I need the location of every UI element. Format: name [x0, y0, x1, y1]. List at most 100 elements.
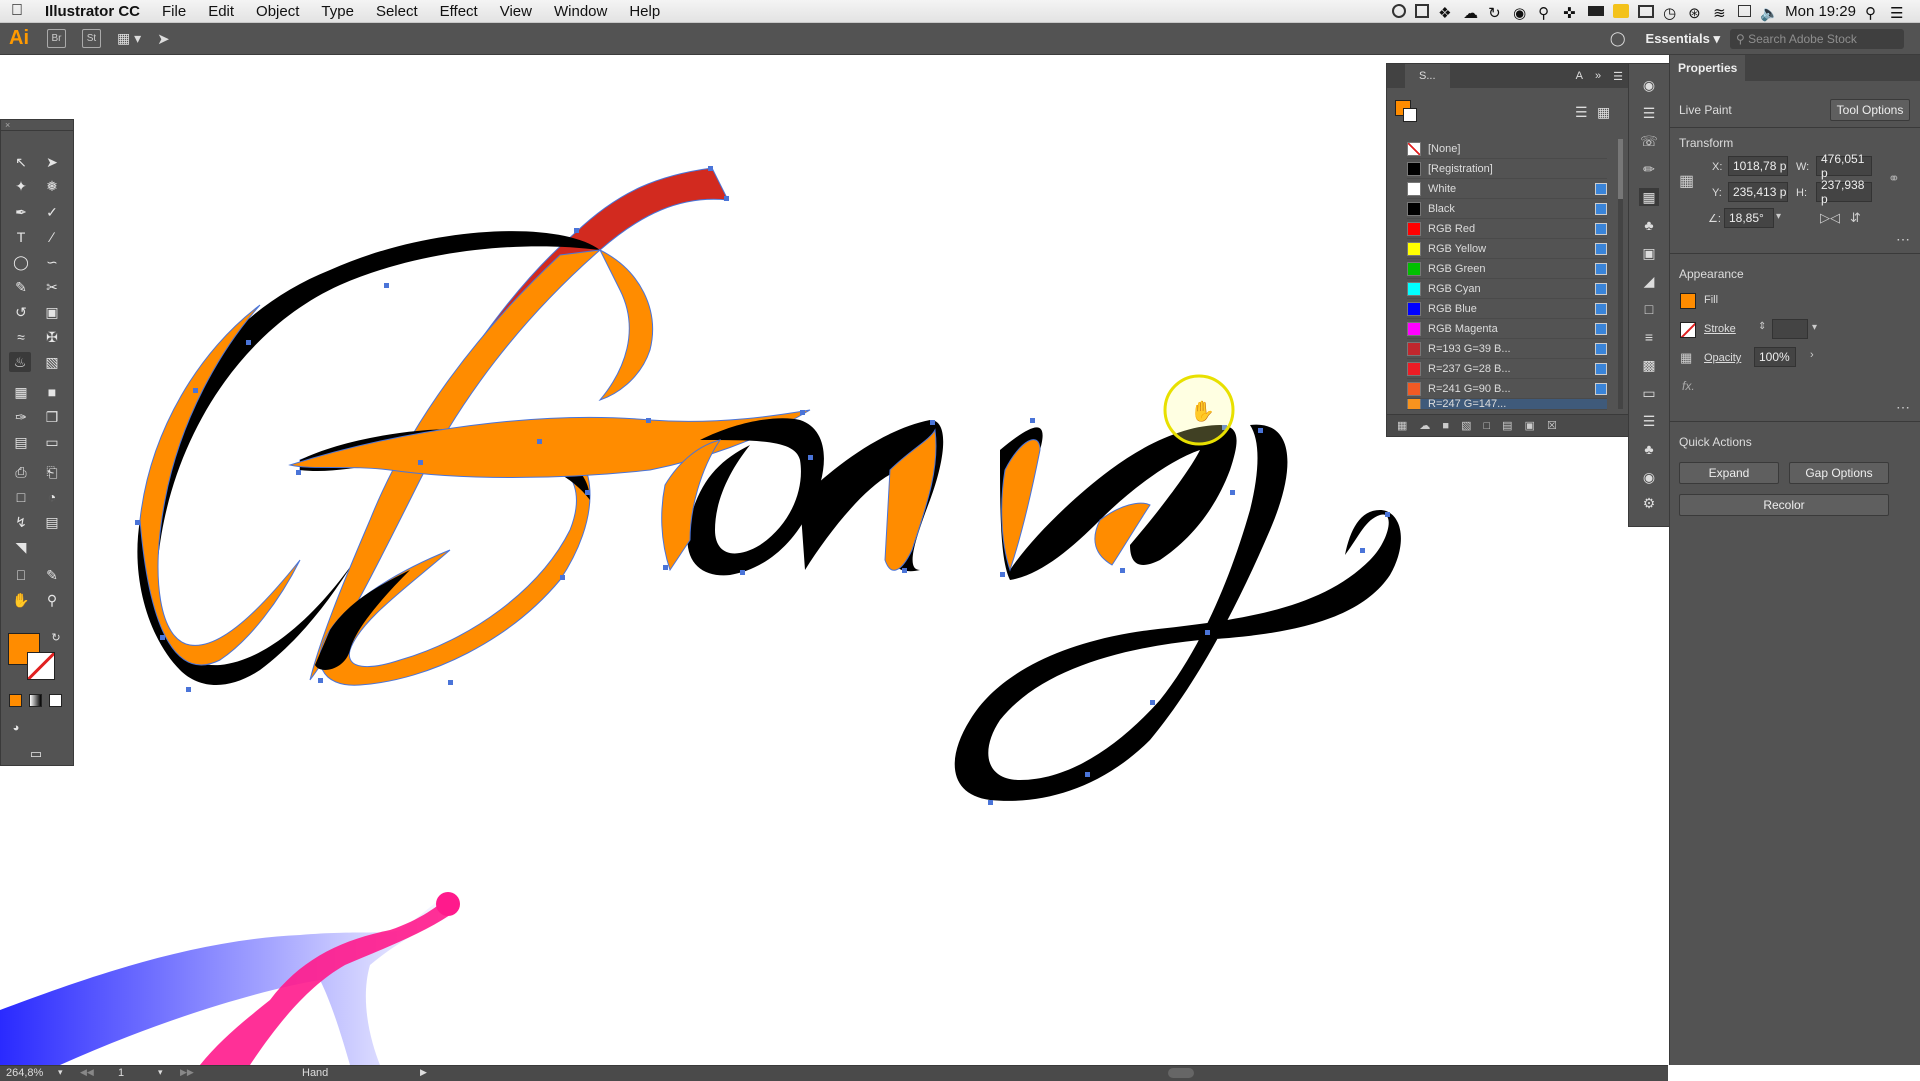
display-icon[interactable]: [1588, 6, 1605, 16]
menu-select[interactable]: Select: [365, 3, 429, 20]
stroke-color-swatch[interactable]: [1680, 322, 1696, 338]
slice-tool-icon[interactable]: ⎗: [41, 462, 63, 482]
horizontal-scrollbar[interactable]: [438, 1068, 1658, 1078]
selection-tool-icon[interactable]: ↖: [10, 152, 32, 172]
swatch-row[interactable]: RGB Cyan: [1407, 279, 1607, 299]
expand-button[interactable]: Expand: [1679, 462, 1779, 484]
magic-wand-tool-icon[interactable]: ✦: [10, 176, 32, 196]
fill-color-swatch[interactable]: [1680, 293, 1696, 309]
stroke-weight-field[interactable]: [1772, 319, 1808, 339]
navigator-icon[interactable]: ⚙: [1639, 494, 1659, 512]
curvature-tool-icon[interactable]: ✓: [41, 202, 63, 222]
stroke-weight-stepper[interactable]: ⇕: [1758, 321, 1766, 332]
clock[interactable]: Mon 19:29: [1785, 3, 1856, 20]
status-menu-icon[interactable]: ▶: [420, 1067, 427, 1078]
zoom-tool-icon[interactable]: ⚲: [41, 590, 63, 610]
fx-button[interactable]: fx.: [1682, 379, 1695, 393]
swatch-kind-icon[interactable]: ■: [1442, 420, 1449, 432]
reference-point-icon[interactable]: ▦: [1679, 171, 1697, 190]
tab-character[interactable]: A: [1570, 70, 1589, 82]
menu-help[interactable]: Help: [618, 3, 671, 20]
magnifier-menu-icon[interactable]: ⚲: [1538, 4, 1554, 22]
blend-tool-icon[interactable]: ❐: [41, 407, 63, 427]
lasso-tool-icon[interactable]: ❅: [41, 176, 63, 196]
lightbulb-icon[interactable]: ◯: [1610, 30, 1626, 47]
stroke-weight-dropdown-icon[interactable]: ▾: [1812, 322, 1817, 333]
menu-effect[interactable]: Effect: [429, 3, 489, 20]
printer-icon[interactable]: [1613, 4, 1630, 18]
height-field[interactable]: 237,938 p: [1816, 178, 1872, 206]
crop-tool-icon[interactable]: ⎕: [10, 565, 32, 585]
record-icon[interactable]: [1392, 4, 1407, 18]
stroke-label[interactable]: Stroke: [1704, 323, 1736, 335]
tool-options-button[interactable]: Tool Options: [1830, 99, 1910, 121]
dropbox-icon[interactable]: ❖: [1438, 4, 1454, 22]
swatch-row[interactable]: R=241 G=90 B...: [1407, 379, 1607, 399]
symbol-sprayer-tool-icon[interactable]: ▤: [10, 432, 32, 452]
mesh-tool-icon[interactable]: ▦: [10, 382, 32, 402]
swatch-row[interactable]: RGB Green: [1407, 259, 1607, 279]
notification-center-icon[interactable]: ☰: [1890, 4, 1906, 22]
app-menu[interactable]: Illustrator CC: [34, 3, 151, 20]
screen-mode-icon[interactable]: ▭: [25, 744, 47, 764]
new-group-icon[interactable]: ▤: [1502, 419, 1512, 432]
artboard-tool-icon[interactable]: ⎙: [10, 462, 32, 482]
brushes-icon[interactable]: ✏: [1639, 160, 1659, 178]
opacity-arrow-icon[interactable]: ›: [1810, 349, 1814, 361]
column-graph-tool-icon[interactable]: ▭: [41, 432, 63, 452]
input-source-icon[interactable]: [1738, 5, 1752, 17]
stroke-swatch[interactable]: [27, 652, 55, 680]
cc-library-icon[interactable]: ☁: [1419, 419, 1430, 432]
volume-icon[interactable]: 🔈: [1760, 4, 1779, 22]
width-tool-icon[interactable]: ≈: [10, 327, 32, 347]
apple-icon[interactable]: : [0, 2, 34, 20]
direct-selection-tool-icon[interactable]: ➤: [41, 152, 63, 172]
gradient-icon[interactable]: ▭: [1639, 384, 1659, 402]
color-guide-icon[interactable]: ◉: [1639, 76, 1659, 94]
swatch-row[interactable]: RGB Blue: [1407, 299, 1607, 319]
swatch-row[interactable]: [Registration]: [1407, 159, 1607, 179]
tools-panel-header[interactable]: ×: [1, 120, 73, 131]
menu-type[interactable]: Type: [310, 3, 365, 20]
swatch-row[interactable]: R=193 G=39 B...: [1407, 339, 1607, 359]
swatch-options-icon[interactable]: ▧: [1461, 419, 1471, 432]
opacity-label[interactable]: Opacity: [1704, 352, 1741, 364]
adobe-icon[interactable]: [1415, 4, 1430, 18]
menu-window[interactable]: Window: [543, 3, 618, 20]
pathfinder-icon[interactable]: ▩: [1639, 356, 1659, 374]
more-transform-options-icon[interactable]: ⋯: [1896, 231, 1910, 248]
swatch-libraries-icon[interactable]: ▦: [1397, 419, 1407, 432]
more-appearance-options-icon[interactable]: ⋯: [1896, 399, 1910, 416]
recolor-button[interactable]: Recolor: [1679, 494, 1889, 516]
workspace-switcher[interactable]: Essentials ▾: [1646, 31, 1720, 47]
gradient-mode-button[interactable]: [29, 694, 42, 707]
swatch-row[interactable]: R=247 G=147...: [1407, 399, 1607, 410]
y-field[interactable]: 235,413 p: [1728, 182, 1788, 202]
knife-tool-icon[interactable]: ✎: [41, 565, 63, 585]
gradient-tool-icon[interactable]: ■: [41, 382, 63, 402]
list-view-icon[interactable]: ☰: [1575, 104, 1588, 121]
color-icon[interactable]: ◉: [1639, 468, 1659, 486]
swatches-icon[interactable]: ▦: [1639, 188, 1659, 206]
scissors-tool-icon[interactable]: ✂: [41, 277, 63, 297]
eyedropper-tool-icon[interactable]: ✑: [10, 407, 32, 427]
swap-fill-stroke-icon[interactable]: ↻: [45, 627, 67, 647]
scale-tool-icon[interactable]: ▣: [41, 302, 63, 322]
none-mode-button[interactable]: [49, 694, 62, 707]
rotate-field[interactable]: 18,85°: [1724, 208, 1774, 228]
panel-menu-icon[interactable]: ☰: [1607, 70, 1629, 83]
swatch-row[interactable]: R=237 G=28 B...: [1407, 359, 1607, 379]
pen-tool-icon[interactable]: ✒: [10, 202, 32, 222]
rotate-tool-icon[interactable]: ↺: [10, 302, 32, 322]
swatch-row[interactable]: [None]: [1407, 139, 1607, 159]
zoom-dropdown-icon[interactable]: ▾: [58, 1067, 63, 1078]
x-field[interactable]: 1018,78 p: [1728, 156, 1788, 176]
shape-builder-tool-icon[interactable]: ◔: [41, 487, 63, 507]
wifi-icon[interactable]: ≋: [1713, 4, 1729, 22]
bridge-button[interactable]: Br: [47, 29, 66, 48]
eraser-tool-icon[interactable]: ◥: [10, 537, 32, 557]
artboard-number[interactable]: 1: [118, 1067, 124, 1079]
stock-button[interactable]: St: [82, 29, 101, 48]
menu-object[interactable]: Object: [245, 3, 310, 20]
symbols-icon[interactable]: ♣: [1639, 216, 1659, 234]
